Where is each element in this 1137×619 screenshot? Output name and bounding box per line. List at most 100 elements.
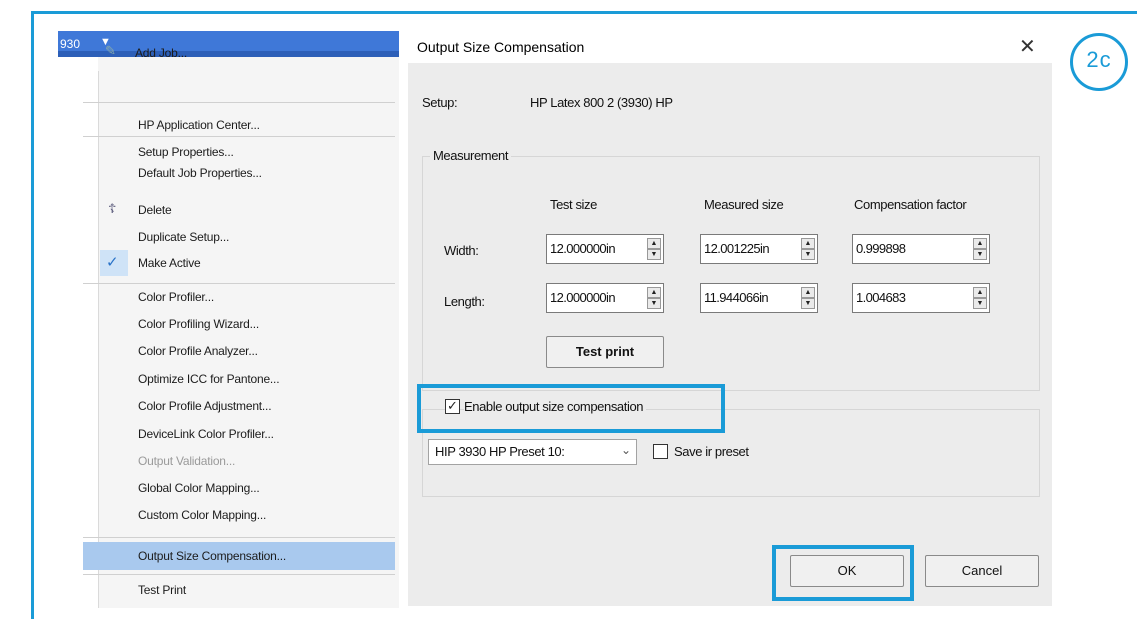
spin-down-icon[interactable]: ▼ (647, 249, 661, 260)
length-measured-size-spinner[interactable]: 11.944066in ▲ ▼ (700, 283, 818, 313)
close-icon[interactable]: ✕ (1019, 34, 1036, 59)
spinner-value: 0.999898 (856, 241, 906, 256)
menu-item-label: Make Active (138, 256, 201, 270)
menu-item-label: Custom Color Mapping... (138, 508, 267, 522)
width-test-size-spinner[interactable]: 12.000000in ▲ ▼ (546, 234, 664, 264)
setup-name: 930 (60, 37, 81, 51)
output-size-compensation-dialog: Output Size Compensation ✕ Setup: HP Lat… (408, 31, 1052, 606)
spin-down-icon[interactable]: ▼ (801, 249, 815, 260)
spin-up-icon[interactable]: ▲ (647, 238, 661, 249)
spin-up-icon[interactable]: ▲ (801, 238, 815, 249)
length-label: Length: (444, 294, 485, 309)
menu-item-label: Delete (138, 203, 172, 217)
menu-item-delete[interactable]: Delete (100, 203, 400, 225)
menu-item-color-profile-analyzer[interactable]: Color Profile Analyzer... (100, 344, 400, 366)
spin-down-icon[interactable]: ▼ (647, 298, 661, 309)
length-test-size-spinner[interactable]: 12.000000in ▲ ▼ (546, 283, 664, 313)
spin-down-icon[interactable]: ▼ (973, 249, 987, 260)
spin-up-icon[interactable]: ▲ (801, 287, 815, 298)
screenshot-frame: 2c 930 ▼ ✎ Add Job... HP Application Cen… (0, 0, 1137, 619)
chevron-down-icon: ⌄ (620, 443, 631, 457)
test-print-button[interactable]: Test print (546, 336, 664, 368)
step-badge-label: 2c (1086, 47, 1112, 72)
menu-item-make-active[interactable]: Make Active (100, 256, 400, 278)
menu-item-label: Color Profiler... (138, 290, 214, 304)
setup-value: HP Latex 800 2 (3930) HP (530, 95, 673, 110)
menu-item-label: Setup Properties... (138, 145, 234, 159)
menu-item-optimize-icc[interactable]: Optimize ICC for Pantone... (100, 372, 400, 394)
menu-item-label: Global Color Mapping... (138, 481, 260, 495)
preset-dropdown[interactable]: HIP 3930 HP Preset 10: ⌄ (428, 439, 637, 465)
spinner-value: 12.000000in (550, 290, 616, 305)
menu-separator (83, 574, 395, 575)
menu-item-hp-application-center[interactable]: HP Application Center... (100, 78, 400, 132)
width-label: Width: (444, 243, 479, 258)
frame-border-left (31, 11, 34, 619)
column-header-compensation-factor: Compensation factor (854, 197, 967, 212)
menu-separator (83, 102, 395, 103)
menu-item-label: Output Size Compensation... (138, 549, 287, 563)
spin-up-icon[interactable]: ▲ (973, 287, 987, 298)
spinner-buttons: ▲ ▼ (973, 287, 987, 309)
menu-item-label: Optimize ICC for Pantone... (138, 372, 280, 386)
spinner-value: 12.000000in (550, 241, 616, 256)
menu-item-label: HP Application Center... (138, 118, 260, 132)
menu-item-label: Output Validation... (138, 454, 236, 468)
menu-icon-strip (58, 57, 98, 608)
menu-item-duplicate-setup[interactable]: Duplicate Setup... (100, 230, 400, 252)
menu-item-devicelink-color-profiler[interactable]: DeviceLink Color Profiler... (100, 427, 400, 449)
menu-gutter (98, 71, 99, 608)
save-in-preset-checkbox[interactable] (653, 444, 668, 459)
menu-item-setup-properties[interactable]: Setup Properties... (100, 145, 400, 167)
enable-checkbox-highlight (417, 384, 725, 433)
spin-up-icon[interactable]: ▲ (973, 238, 987, 249)
menu-item-label: Duplicate Setup... (138, 230, 230, 244)
dialog-title: Output Size Compensation (417, 39, 585, 55)
spinner-value: 1.004683 (856, 290, 906, 305)
menu-item-label: Color Profiling Wizard... (138, 317, 260, 331)
menu-item-custom-color-mapping[interactable]: Custom Color Mapping... (100, 508, 400, 530)
cancel-button[interactable]: Cancel (925, 555, 1039, 587)
measurement-legend: Measurement (430, 148, 512, 163)
width-compensation-factor-spinner[interactable]: 0.999898 ▲ ▼ (852, 234, 990, 264)
menu-item-color-profiling-wizard[interactable]: Color Profiling Wizard... (100, 317, 400, 339)
menu-item-default-job-properties[interactable]: Default Job Properties... (100, 166, 400, 188)
spin-up-icon[interactable]: ▲ (647, 287, 661, 298)
menu-item-add-job[interactable]: Add Job... (100, 42, 400, 64)
spinner-buttons: ▲ ▼ (801, 287, 815, 309)
menu-item-label: Color Profile Adjustment... (138, 399, 272, 413)
menu-separator (83, 136, 395, 137)
step-badge: 2c (1070, 33, 1128, 91)
column-header-test-size: Test size (550, 197, 597, 212)
setup-label: Setup: (422, 95, 458, 110)
menu-item-label: Color Profile Analyzer... (138, 344, 258, 358)
spinner-buttons: ▲ ▼ (647, 238, 661, 260)
spinner-buttons: ▲ ▼ (801, 238, 815, 260)
menu-item-label: Add Job... (135, 46, 188, 60)
menu-item-output-validation: Output Validation... (100, 454, 400, 476)
menu-separator (83, 283, 395, 284)
menu-item-global-color-mapping[interactable]: Global Color Mapping... (100, 481, 400, 503)
spinner-value: 12.001225in (704, 241, 770, 256)
preset-value: HIP 3930 HP Preset 10: (435, 444, 565, 459)
menu-item-label: DeviceLink Color Profiler... (138, 427, 274, 441)
frame-border-top (31, 11, 1137, 14)
menu-item-test-print[interactable]: Test Print (100, 583, 400, 605)
menu-item-color-profile-adjustment[interactable]: Color Profile Adjustment... (100, 399, 400, 421)
spin-down-icon[interactable]: ▼ (801, 298, 815, 309)
spinner-value: 11.944066in (704, 290, 769, 305)
menu-item-label: Test Print (138, 583, 187, 597)
menu-separator (83, 537, 395, 538)
dialog-titlebar: Output Size Compensation ✕ (408, 31, 1052, 63)
spinner-buttons: ▲ ▼ (973, 238, 987, 260)
ok-button-highlight (772, 545, 914, 601)
spinner-buttons: ▲ ▼ (647, 287, 661, 309)
menu-item-label: Default Job Properties... (138, 166, 262, 180)
menu-item-color-profiler[interactable]: Color Profiler... (100, 290, 400, 312)
spin-down-icon[interactable]: ▼ (973, 298, 987, 309)
menu-item-output-size-compensation[interactable]: Output Size Compensation... (83, 542, 395, 570)
width-measured-size-spinner[interactable]: 12.001225in ▲ ▼ (700, 234, 818, 264)
measurement-group (422, 156, 1040, 391)
column-header-measured-size: Measured size (704, 197, 784, 212)
length-compensation-factor-spinner[interactable]: 1.004683 ▲ ▼ (852, 283, 990, 313)
